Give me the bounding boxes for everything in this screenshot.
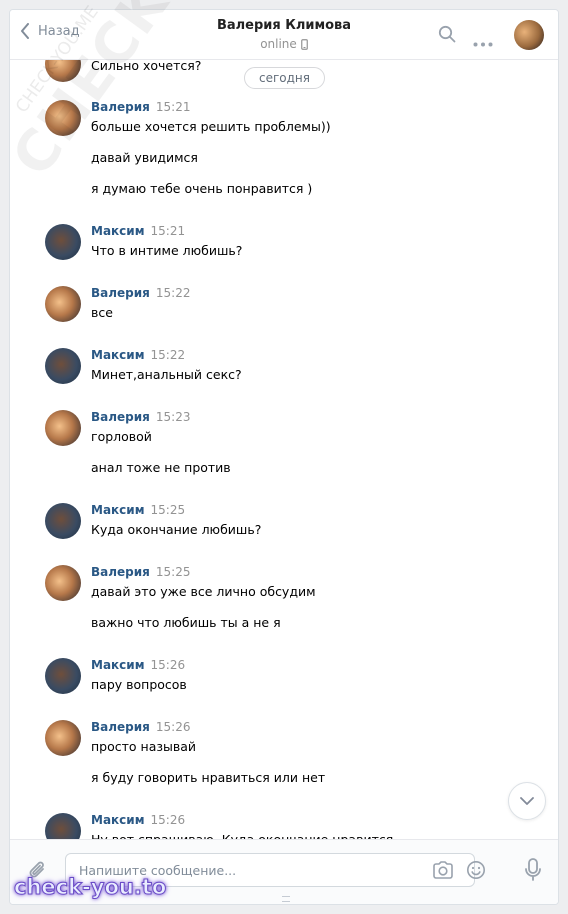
message-text: Что в интиме любишь? <box>91 243 243 258</box>
message-time[interactable]: 15:21 <box>151 224 186 238</box>
voice-button[interactable] <box>524 858 542 886</box>
avatar[interactable] <box>45 410 81 446</box>
chevron-left-icon <box>21 23 29 39</box>
smile-icon <box>467 861 485 879</box>
message-text: давай увидимся <box>91 150 198 165</box>
message-meta: Валерия 15:21 <box>91 100 190 114</box>
message-time[interactable]: 15:26 <box>151 658 186 672</box>
message-meta: Максим 15:26 <box>91 813 185 827</box>
search-icon <box>438 25 456 43</box>
message-time[interactable]: 15:25 <box>156 565 191 579</box>
message-author[interactable]: Валерия <box>91 720 150 734</box>
avatar[interactable] <box>45 503 81 539</box>
microphone-icon <box>525 858 541 881</box>
message-author[interactable]: Валерия <box>91 100 150 114</box>
message-author[interactable]: Валерия <box>91 565 150 579</box>
emoji-button[interactable] <box>466 860 486 884</box>
message-time[interactable]: 15:22 <box>151 348 186 362</box>
message-time[interactable]: 15:25 <box>151 503 186 517</box>
message-meta: Максим 15:26 <box>91 658 185 672</box>
message-meta: Максим 15:25 <box>91 503 185 517</box>
avatar[interactable] <box>45 286 81 322</box>
camera-icon <box>433 861 453 879</box>
online-status: online <box>260 37 297 51</box>
chevron-down-icon <box>520 797 534 805</box>
message-author[interactable]: Максим <box>91 224 145 238</box>
camera-button[interactable] <box>432 860 454 884</box>
avatar[interactable] <box>45 100 81 136</box>
message-text: горловой <box>91 429 152 444</box>
message-text: я думаю тебе очень понравится ) <box>91 181 313 196</box>
scroll-down-button[interactable] <box>508 782 546 820</box>
avatar[interactable] <box>45 658 81 694</box>
message-author[interactable]: Валерия <box>91 410 150 424</box>
message-text: все <box>91 305 113 320</box>
search-button[interactable] <box>438 25 456 47</box>
avatar[interactable] <box>45 720 81 756</box>
resize-handle[interactable] <box>282 896 290 902</box>
message-text: больше хочется решить проблемы)) <box>91 119 331 134</box>
message-author[interactable]: Максим <box>91 503 145 517</box>
message-time[interactable]: 15:26 <box>156 720 191 734</box>
paperclip-icon <box>29 861 44 878</box>
message-composer <box>10 839 558 904</box>
message-meta: Валерия 15:23 <box>91 410 190 424</box>
avatar[interactable] <box>45 813 81 840</box>
message-time[interactable]: 15:23 <box>156 410 191 424</box>
message-meta: Валерия 15:26 <box>91 720 190 734</box>
date-divider: сегодня <box>244 67 325 89</box>
message-meta: Максим 15:22 <box>91 348 185 362</box>
message-text: Сильно хочется? <box>91 60 202 73</box>
message-text: важно что любишь ты а не я <box>91 615 281 630</box>
message-text: Минет,анальный секс? <box>91 367 242 382</box>
message-meta: Валерия 15:22 <box>91 286 190 300</box>
chat-header: Назад Валерия Климова online <box>10 10 558 60</box>
attach-button[interactable] <box>26 858 50 886</box>
chat-panel: Назад Валерия Климова online сегодня Сил… <box>9 9 559 905</box>
message-author[interactable]: Максим <box>91 348 145 362</box>
message-meta: Валерия 15:25 <box>91 565 190 579</box>
more-icon <box>473 42 493 47</box>
peer-avatar[interactable] <box>514 20 544 50</box>
message-time[interactable]: 15:22 <box>156 286 191 300</box>
message-meta: Максим 15:21 <box>91 224 185 238</box>
message-text: пару вопросов <box>91 677 187 692</box>
message-input[interactable] <box>65 853 475 887</box>
peer-status: online <box>260 37 308 51</box>
back-button[interactable]: Назад <box>20 23 80 39</box>
message-author[interactable]: Максим <box>91 813 145 827</box>
message-time[interactable]: 15:26 <box>151 813 186 827</box>
avatar[interactable] <box>45 224 81 260</box>
mobile-icon <box>300 38 308 50</box>
message-time[interactable]: 15:21 <box>156 100 191 114</box>
message-text: Куда окончание любишь? <box>91 522 262 537</box>
back-label: Назад <box>38 23 80 39</box>
message-text: просто называй <box>91 739 197 754</box>
message-author[interactable]: Валерия <box>91 286 150 300</box>
avatar[interactable] <box>45 565 81 601</box>
message-text: анал тоже не против <box>91 460 231 475</box>
message-feed[interactable]: сегодня Сильно хочется? Валерия 15:21 боль… <box>10 60 558 840</box>
avatar[interactable] <box>45 60 81 82</box>
peer-name: Валерия Климова <box>216 18 352 33</box>
avatar[interactable] <box>45 348 81 384</box>
message-author[interactable]: Максим <box>91 658 145 672</box>
message-text: давай это уже все лично обсудим <box>91 584 316 599</box>
more-button[interactable] <box>473 32 493 51</box>
message-text: я буду говорить нравиться или нет <box>91 770 326 785</box>
